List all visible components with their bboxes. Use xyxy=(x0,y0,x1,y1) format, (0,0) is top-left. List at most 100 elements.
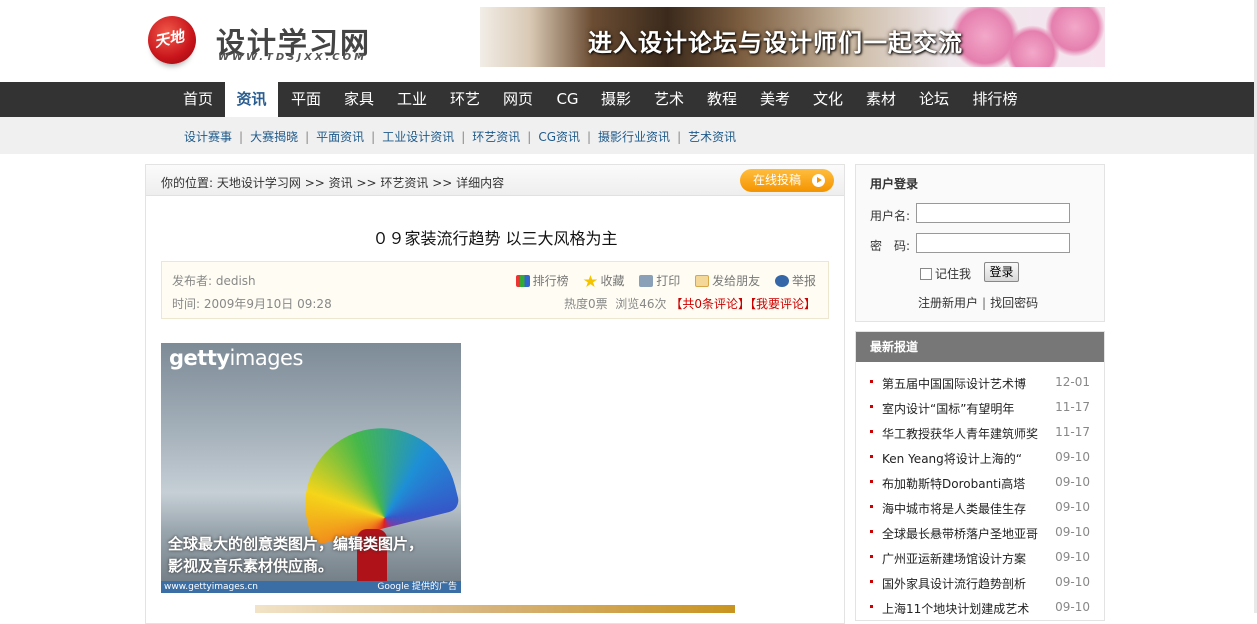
news-item-date: 09-10 xyxy=(1055,475,1090,489)
bullet-icon xyxy=(870,580,873,583)
submit-label: 在线投稿 xyxy=(753,173,802,187)
comment-count-link[interactable]: 【共0条评论】 xyxy=(670,297,750,311)
nav-item-news[interactable]: 资讯 xyxy=(225,82,278,117)
article-tools: 排行榜 收藏 打印 发给朋友 举报 xyxy=(505,272,816,289)
nav-item-ranking[interactable]: 排行榜 xyxy=(966,82,1024,117)
nav-item-exam[interactable]: 美考 xyxy=(751,82,799,117)
list-item[interactable]: 全球最长悬带桥落户圣地亚哥 09-10 xyxy=(856,524,1104,549)
list-item[interactable]: 布加勒斯特Dorobanti高塔 09-10 xyxy=(856,474,1104,499)
print-tool[interactable]: 打印 xyxy=(639,274,680,288)
news-item-title[interactable]: Ken Yeang将设计上海的“ xyxy=(882,450,1044,467)
nav-item-home[interactable]: 首页 xyxy=(173,82,223,117)
favorite-tool[interactable]: 收藏 xyxy=(583,274,624,288)
remember-checkbox[interactable] xyxy=(920,268,932,280)
main-nav: 首页 资讯 平面 家具 工业 环艺 网页 CG 摄影 艺术 教程 美考 文化 素… xyxy=(0,82,1257,117)
nav-item-web[interactable]: 网页 xyxy=(494,82,542,117)
nav-item-graphic[interactable]: 平面 xyxy=(282,82,330,117)
ad-provider[interactable]: Google 提供的广告 xyxy=(377,581,457,593)
nav-item-forum[interactable]: 论坛 xyxy=(910,82,958,117)
login-title: 用户登录 xyxy=(870,177,919,191)
remember-label: 记住我 xyxy=(935,267,972,281)
bullet-icon xyxy=(870,405,873,408)
login-button[interactable]: 登录 xyxy=(984,262,1019,282)
breadcrumb-environment[interactable]: >> 环艺资讯 xyxy=(356,176,428,190)
send-friend-tool[interactable]: 发给朋友 xyxy=(695,274,760,288)
site-logo-icon[interactable]: 天地 xyxy=(148,16,196,64)
printer-icon xyxy=(639,275,654,287)
news-item-title[interactable]: 上海11个地块计划建成艺术 xyxy=(882,600,1044,617)
news-item-date: 09-10 xyxy=(1055,450,1090,464)
list-item[interactable]: 第五届中国国际设计艺术博 12-01 xyxy=(856,374,1104,399)
subnav-item-contests[interactable]: 设计赛事 xyxy=(184,130,232,144)
nav-item-photo[interactable]: 摄影 xyxy=(592,82,640,117)
list-item[interactable]: 国外家具设计流行趋势剖析 09-10 xyxy=(856,574,1104,599)
star-icon xyxy=(583,275,598,287)
subnav-item-industrial-news[interactable]: 工业设计资讯 xyxy=(382,130,454,144)
breadcrumb-news[interactable]: >> 资讯 xyxy=(305,176,353,190)
password-input[interactable] xyxy=(916,233,1070,253)
nav-item-tutorial[interactable]: 教程 xyxy=(698,82,746,117)
news-item-title[interactable]: 布加勒斯特Dorobanti高塔 xyxy=(882,475,1044,492)
list-item[interactable]: 上海11个地块计划建成艺术 09-10 xyxy=(856,599,1104,624)
breadcrumb: 你的位置: 天地设计学习网 >> 资讯 >> 环艺资讯 >> 详细内容 在线投稿 xyxy=(146,165,844,196)
image-strip xyxy=(255,605,735,613)
subnav-item-graphic-news[interactable]: 平面资讯 xyxy=(316,130,364,144)
online-submit-button[interactable]: 在线投稿 xyxy=(740,169,834,192)
news-item-title[interactable]: 室内设计“国标”有望明年 xyxy=(882,400,1044,417)
remember-me[interactable]: 记住我 xyxy=(920,265,971,282)
username-label: 用户名: xyxy=(870,209,911,223)
nav-item-culture[interactable]: 文化 xyxy=(804,82,852,117)
report-icon xyxy=(774,275,789,287)
nav-item-art[interactable]: 艺术 xyxy=(645,82,693,117)
article-stats: 热度0票 浏览46次 【共0条评论】【我要评论】 xyxy=(564,295,816,312)
subnav-item-environment-news[interactable]: 环艺资讯 xyxy=(472,130,520,144)
news-item-title[interactable]: 海中城市将是人类最佳生存 xyxy=(882,500,1044,517)
news-item-date: 11-17 xyxy=(1055,425,1090,439)
list-item[interactable]: 华工教授获华人青年建筑师奖 11-17 xyxy=(856,424,1104,449)
getty-ad[interactable]: gettyimages 全球最大的创意类图片，编辑类图片， 影视及音乐素材供应商… xyxy=(161,343,461,593)
list-item[interactable]: 海中城市将是人类最佳生存 09-10 xyxy=(856,499,1104,524)
username-input[interactable] xyxy=(916,203,1070,223)
list-item[interactable]: 广州亚运新建场馆设计方案 09-10 xyxy=(856,549,1104,574)
register-link[interactable]: 注册新用户 xyxy=(918,296,978,310)
nav-item-furniture[interactable]: 家具 xyxy=(335,82,383,117)
news-item-title[interactable]: 第五届中国国际设计艺术博 xyxy=(882,375,1044,392)
news-item-date: 09-10 xyxy=(1055,550,1090,564)
report-tool[interactable]: 举报 xyxy=(774,274,816,288)
ranking-tool[interactable]: 排行榜 xyxy=(515,274,569,288)
ad-text: 全球最大的创意类图片，编辑类图片， 影视及音乐素材供应商。 xyxy=(168,533,423,577)
news-item-title[interactable]: 国外家具设计流行趋势剖析 xyxy=(882,575,1044,592)
article-time: 时间: 2009年9月10日 09:28 xyxy=(172,297,332,311)
subnav-item-art-news[interactable]: 艺术资讯 xyxy=(688,130,736,144)
latest-news-panel: 最新报道 第五届中国国际设计艺术博 12-01 室内设计“国标”有望明年 11-17… xyxy=(855,331,1105,621)
report-tool-label: 举报 xyxy=(791,274,816,288)
ad-url[interactable]: www.gettyimages.cn xyxy=(164,582,258,592)
subnav-item-cg-news[interactable]: CG资讯 xyxy=(538,130,580,144)
umbrella-image xyxy=(289,412,461,546)
nav-item-industrial[interactable]: 工业 xyxy=(388,82,436,117)
subnav-item-results[interactable]: 大赛揭晓 xyxy=(250,130,298,144)
sub-nav: 设计赛事 | 大赛揭晓 | 平面资讯 | 工业设计资讯 | 环艺资讯 | CG资讯 | 摄影行业资讯 | 艺… xyxy=(0,117,1257,154)
forum-banner[interactable]: 进入设计论坛与设计师们一起交流 xyxy=(480,7,1105,67)
news-item-title[interactable]: 广州亚运新建场馆设计方案 xyxy=(882,550,1044,567)
breadcrumb-home[interactable]: 天地设计学习网 xyxy=(217,176,301,190)
news-item-title[interactable]: 华工教授获华人青年建筑师奖 xyxy=(882,425,1044,442)
list-item[interactable]: 室内设计“国标”有望明年 11-17 xyxy=(856,399,1104,424)
article-author: 发布者: dedish xyxy=(172,274,256,288)
nav-item-materials[interactable]: 素材 xyxy=(857,82,905,117)
login-panel: 用户登录 用户名: 密 码: 记住我 登录 注册新用户 | 找回密码 xyxy=(855,164,1105,322)
nav-item-environment[interactable]: 环艺 xyxy=(441,82,489,117)
separator: | xyxy=(461,130,466,144)
bullet-icon xyxy=(870,455,873,458)
subnav-item-photo-news[interactable]: 摄影行业资讯 xyxy=(598,130,670,144)
forgot-password-link[interactable]: 找回密码 xyxy=(990,296,1038,310)
my-comment-link[interactable]: 【我要评论】 xyxy=(750,297,816,311)
separator: | xyxy=(305,130,310,144)
list-item[interactable]: Ken Yeang将设计上海的“ 09-10 xyxy=(856,449,1104,474)
envelope-icon xyxy=(695,275,710,287)
login-links: 注册新用户 | 找回密码 xyxy=(918,294,1038,311)
site-header: 天地 设计学习网 WWW.TDSJXX.COM 进入设计论坛与设计师们一起交流 xyxy=(0,0,1257,82)
news-item-title[interactable]: 全球最长悬带桥落户圣地亚哥 xyxy=(882,525,1044,542)
nav-item-cg[interactable]: CG xyxy=(545,82,590,117)
separator: | xyxy=(677,130,682,144)
